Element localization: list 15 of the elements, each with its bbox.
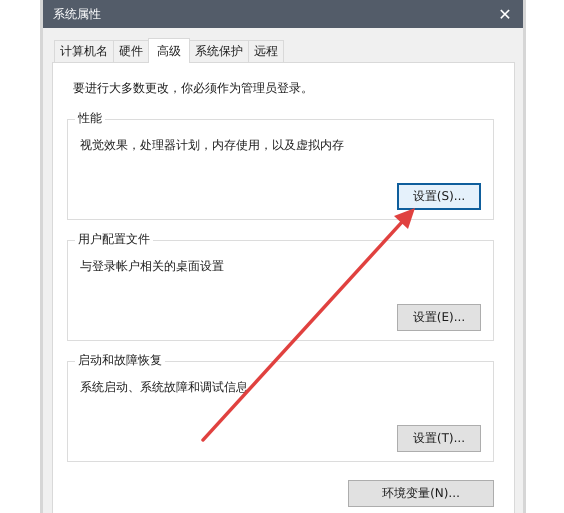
group-description: 视觉效果，处理器计划，内存使用，以及虚拟内存 <box>80 137 345 154</box>
settings-button[interactable]: 设置(E)... <box>397 304 481 331</box>
notice-text: 要进行大多数更改，你必须作为管理员登录。 <box>72 80 314 97</box>
environment-variables-button[interactable]: 环境变量(N)... <box>348 480 494 507</box>
group-title: 性能 <box>75 111 105 125</box>
window-title: 系统属性 <box>53 6 101 22</box>
settings-button[interactable]: 设置(T)... <box>397 425 481 452</box>
tab[interactable]: 高级 <box>148 38 190 63</box>
group-description: 与登录帐户相关的桌面设置 <box>80 258 225 275</box>
close-button[interactable]: ✕ <box>487 0 523 28</box>
group-title: 启动和故障恢复 <box>75 353 165 367</box>
settings-button[interactable]: 设置(S)... <box>397 183 481 210</box>
tab[interactable]: 计算机名 <box>54 40 114 62</box>
group-title: 用户配置文件 <box>75 232 153 246</box>
tab[interactable]: 远程 <box>248 40 284 62</box>
